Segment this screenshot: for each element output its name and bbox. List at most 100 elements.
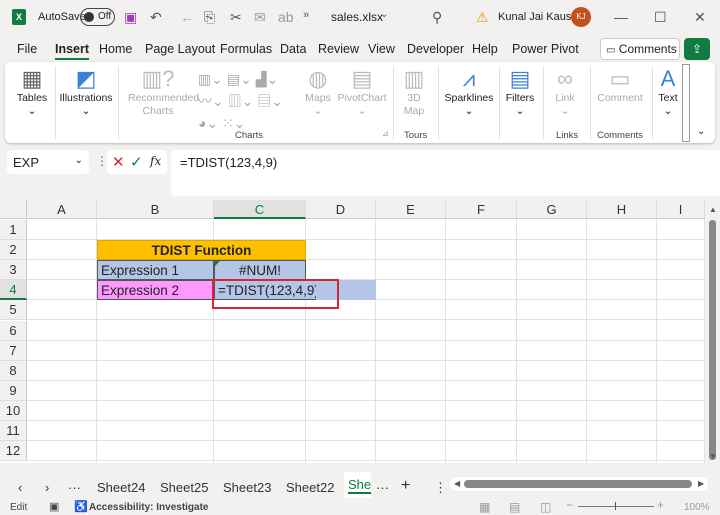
filters-button[interactable]: ▤ Filters ⌄ bbox=[502, 66, 538, 118]
hierarchy-chart-icon[interactable]: ▤⌄ bbox=[227, 71, 252, 87]
accessibility-status[interactable]: Accessibility: Investigate bbox=[89, 502, 209, 513]
tab-page-layout[interactable]: Page Layout bbox=[145, 42, 215, 56]
more-tabs-icon[interactable]: ··· bbox=[68, 480, 81, 495]
ribbon-scroll-right[interactable] bbox=[682, 64, 690, 142]
name-box[interactable]: EXP ⌄ bbox=[7, 150, 89, 174]
comment-icon[interactable]: ✉ bbox=[254, 9, 266, 26]
page-break-view-icon[interactable]: ◫ bbox=[540, 500, 551, 514]
tab-view[interactable]: View bbox=[368, 42, 395, 56]
row-header-6[interactable]: 6 bbox=[0, 321, 27, 341]
bar-chart-icon[interactable]: ▥⌄ bbox=[198, 71, 223, 87]
dialog-launcher-icon[interactable]: ⊿ bbox=[382, 129, 389, 138]
filename[interactable]: sales.xlsx bbox=[331, 10, 383, 24]
maximize-icon[interactable]: ☐ bbox=[654, 9, 667, 26]
column-header-D[interactable]: D bbox=[306, 200, 376, 219]
row-header-3[interactable]: 3 bbox=[0, 260, 27, 280]
row-header-2[interactable]: 2 bbox=[0, 240, 27, 260]
tab-insert[interactable]: Insert bbox=[55, 42, 90, 60]
line-chart-icon[interactable]: 〰⌄ bbox=[198, 93, 224, 109]
column-header-C[interactable]: C bbox=[214, 200, 306, 219]
zoom-level[interactable]: 100% bbox=[684, 502, 710, 513]
maps-button[interactable]: ◍ Maps ⌄ bbox=[300, 66, 336, 118]
chevron-down-icon[interactable]: ⌄ bbox=[75, 155, 83, 166]
save-icon[interactable]: ▣ bbox=[124, 9, 137, 26]
row-header-7[interactable]: 7 bbox=[0, 341, 27, 361]
row-header-8[interactable]: 8 bbox=[0, 361, 27, 381]
zoom-slider[interactable]: − + bbox=[566, 498, 666, 512]
text-button[interactable]: A Text ⌄ bbox=[656, 66, 680, 118]
select-all-button[interactable] bbox=[0, 200, 27, 219]
avatar[interactable]: KJ bbox=[571, 7, 591, 27]
row-header-5[interactable]: 5 bbox=[0, 300, 27, 320]
row-header-12[interactable]: 12 bbox=[0, 441, 27, 461]
column-header-H[interactable]: H bbox=[587, 200, 657, 219]
autosave-toggle[interactable]: Off bbox=[80, 8, 115, 26]
redo-icon[interactable]: ← bbox=[180, 9, 194, 25]
spelling-icon[interactable]: ab bbox=[278, 9, 294, 25]
row-header-11[interactable]: 11 bbox=[0, 421, 27, 441]
tab-home[interactable]: Home bbox=[99, 42, 132, 56]
ribbon-collapse-icon[interactable]: ⌄ bbox=[697, 126, 705, 137]
waterfall-chart-icon[interactable]: ▟⌄ bbox=[256, 71, 279, 87]
sheet-tab[interactable]: Sheet24 bbox=[97, 480, 145, 495]
close-icon[interactable]: ✕ bbox=[694, 9, 706, 26]
statistic-chart-icon[interactable]: ▥⌄ bbox=[228, 93, 254, 109]
link-button[interactable]: ∞ Link ⌄ bbox=[546, 66, 584, 118]
cell-B2[interactable]: TDIST Function bbox=[97, 240, 306, 260]
tables-button[interactable]: ▦ Tables ⌄ bbox=[12, 66, 52, 118]
error-indicator[interactable] bbox=[215, 261, 220, 266]
tab-data[interactable]: Data bbox=[280, 42, 306, 56]
tab-options-icon[interactable]: ⋮ bbox=[434, 480, 447, 496]
recommended-charts-button[interactable]: ▥? Recommended Charts bbox=[122, 66, 199, 118]
column-header-I[interactable]: I bbox=[657, 200, 705, 219]
column-header-G[interactable]: G bbox=[517, 200, 587, 219]
minimize-icon[interactable]: — bbox=[614, 9, 628, 25]
search-icon[interactable]: ⚲ bbox=[432, 9, 442, 26]
comments-button[interactable]: ▭ Comments bbox=[600, 38, 680, 60]
cell-B3[interactable]: Expression 1 bbox=[97, 260, 214, 280]
cell-C3[interactable]: #NUM! bbox=[214, 260, 306, 280]
page-layout-view-icon[interactable]: ▤ bbox=[509, 500, 520, 514]
row-header-9[interactable]: 9 bbox=[0, 381, 27, 401]
sheet-tab[interactable]: Sheet22 bbox=[286, 480, 334, 495]
undo-icon[interactable]: ↶ bbox=[150, 9, 162, 26]
cell-B4[interactable]: Expression 2 bbox=[97, 280, 214, 300]
row-header-4[interactable]: 4 bbox=[0, 280, 27, 300]
pivotchart-button[interactable]: ▤ PivotChart ⌄ bbox=[336, 66, 388, 118]
copy-icon[interactable]: ⎘ bbox=[204, 9, 215, 26]
combo-chart-icon[interactable]: ▤⌄ bbox=[257, 93, 283, 109]
sparklines-button[interactable]: ⩘ Sparklines ⌄ bbox=[442, 66, 496, 118]
tab-help[interactable]: Help bbox=[472, 42, 498, 56]
macro-recording-icon[interactable]: ▣ bbox=[49, 500, 59, 513]
row-header-1[interactable]: 1 bbox=[0, 220, 27, 240]
chart-type-buttons[interactable]: ▥⌄ ▤⌄ ▟⌄ 〰⌄ ▥⌄ ▤⌄ ◕⌄ ⁙⌄ bbox=[198, 68, 294, 134]
chevron-down-icon[interactable]: ⌄ bbox=[380, 9, 388, 20]
scroll-tabs-right-icon[interactable]: › bbox=[45, 480, 49, 495]
insert-function-icon[interactable]: fx bbox=[150, 154, 161, 168]
sheet-tab-active[interactable]: Shee bbox=[344, 472, 371, 498]
tab-power-pivot[interactable]: Power Pivot bbox=[512, 42, 579, 56]
normal-view-icon[interactable]: ▦ bbox=[479, 500, 490, 514]
share-button[interactable]: ⇪ bbox=[684, 38, 710, 60]
3d-map-button[interactable]: ▥ 3D Map bbox=[396, 66, 432, 118]
tab-formulas[interactable]: Formulas bbox=[220, 42, 272, 56]
formula-input[interactable]: =TDIST(123,4,9) bbox=[171, 150, 720, 196]
add-sheet-icon[interactable]: + bbox=[401, 477, 410, 495]
row-header-10[interactable]: 10 bbox=[0, 401, 27, 421]
vertical-scrollbar[interactable]: ▲ ▼ bbox=[705, 200, 720, 463]
scroll-tabs-left-icon[interactable]: ‹ bbox=[18, 480, 22, 495]
pie-chart-icon[interactable]: ◕⌄ bbox=[198, 115, 218, 131]
sheet-tab[interactable]: Sheet25 bbox=[160, 480, 208, 495]
column-header-F[interactable]: F bbox=[446, 200, 517, 219]
tab-review[interactable]: Review bbox=[318, 42, 359, 56]
comment-button[interactable]: ▭ Comment bbox=[594, 66, 646, 105]
cancel-icon[interactable]: ✕ bbox=[112, 153, 125, 171]
column-header-E[interactable]: E bbox=[376, 200, 446, 219]
horizontal-scrollbar[interactable]: ◀ ▶ bbox=[450, 477, 708, 491]
accessibility-icon[interactable]: ♿ bbox=[74, 500, 88, 513]
scatter-chart-icon[interactable]: ⁙⌄ bbox=[222, 115, 245, 131]
worksheet-grid[interactable]: A B C D E F G H I 1 2 3 4 5 6 7 8 9 10 11 12 TDIST Function Ex… bbox=[0, 200, 705, 463]
more-tabs-icon[interactable]: ··· bbox=[376, 480, 389, 495]
sheet-tab[interactable]: Sheet23 bbox=[223, 480, 271, 495]
column-header-B[interactable]: B bbox=[97, 200, 214, 219]
